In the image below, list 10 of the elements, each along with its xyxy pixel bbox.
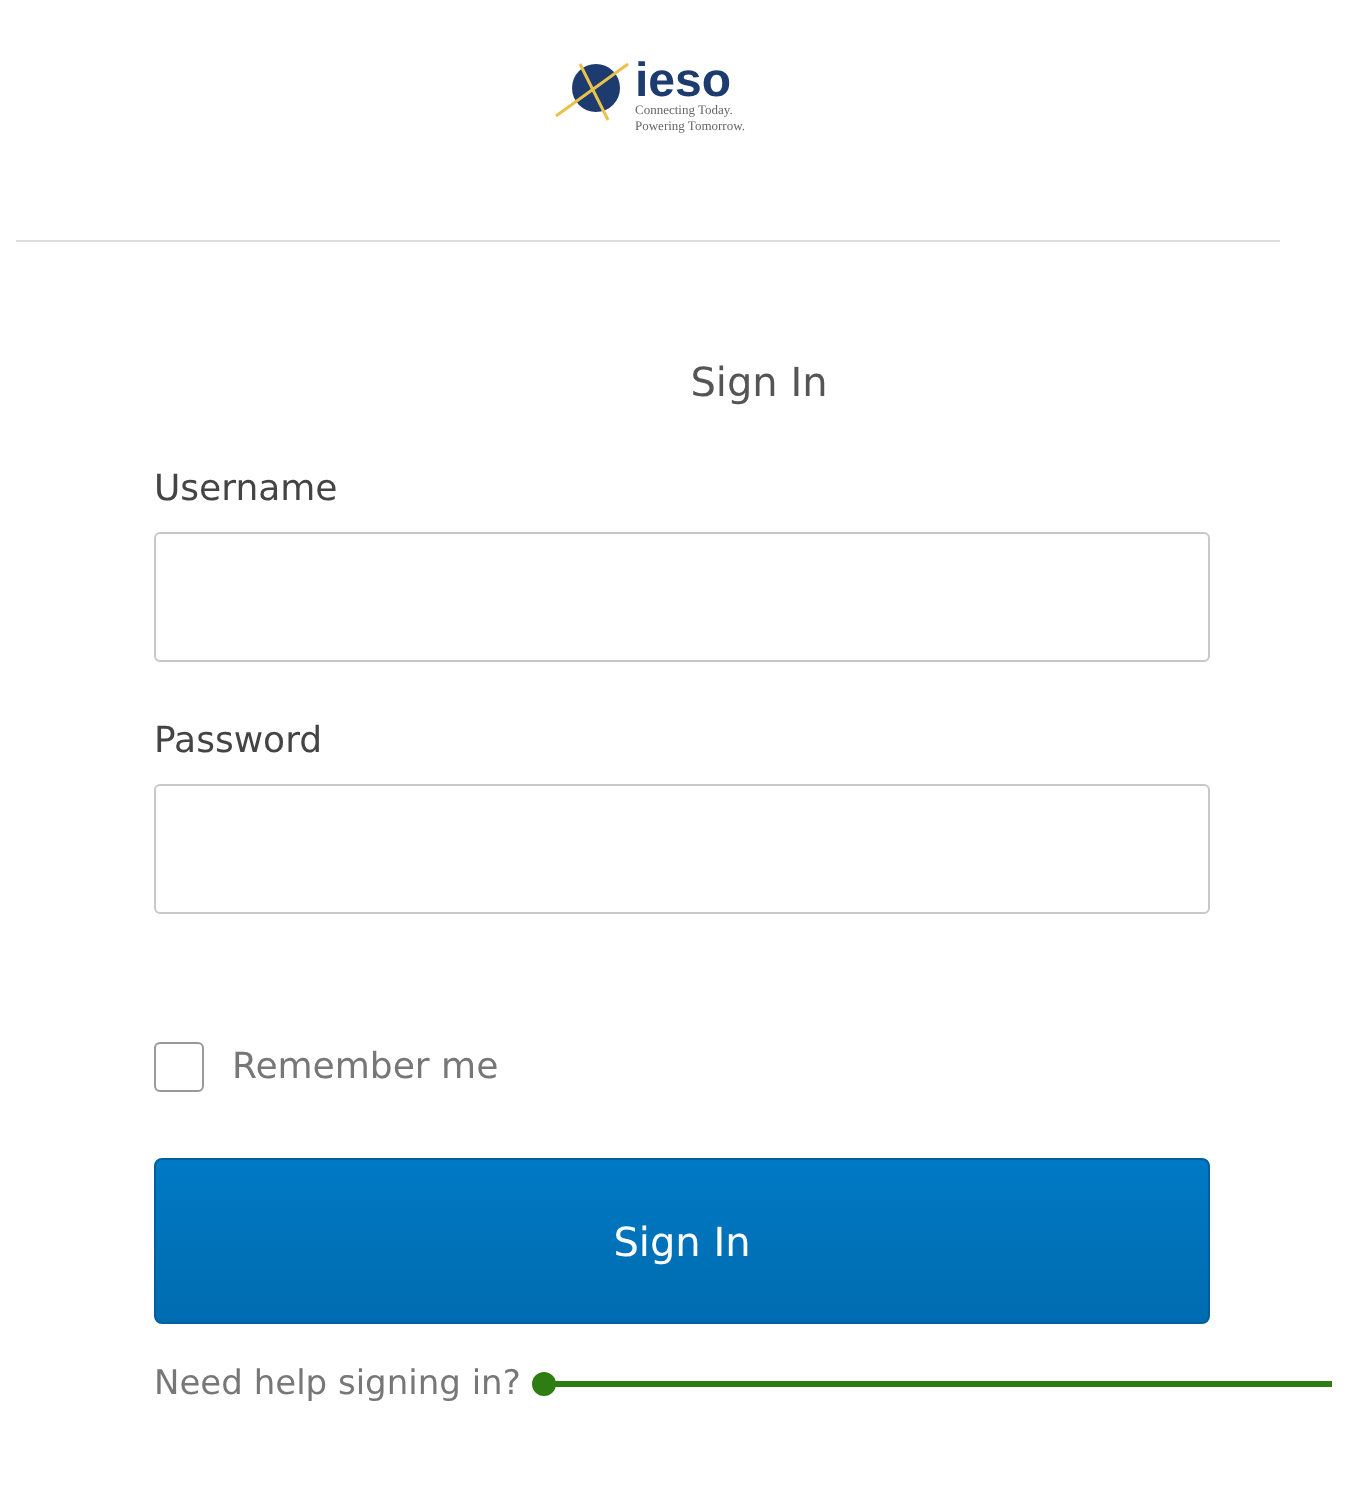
checkbox-label: Remember me	[232, 1046, 499, 1088]
sign-in-button[interactable]: Sign In	[154, 1158, 1210, 1324]
logo-name: ieso	[635, 54, 732, 108]
input-field[interactable]	[154, 784, 1210, 914]
help-link[interactable]: Need help signing in?	[154, 1364, 521, 1404]
field-label: Password	[154, 718, 325, 766]
form-title: Sign In	[688, 358, 830, 410]
input-field[interactable]	[154, 532, 1210, 662]
field-label: Username	[154, 466, 340, 514]
checkbox[interactable]	[154, 1042, 204, 1092]
